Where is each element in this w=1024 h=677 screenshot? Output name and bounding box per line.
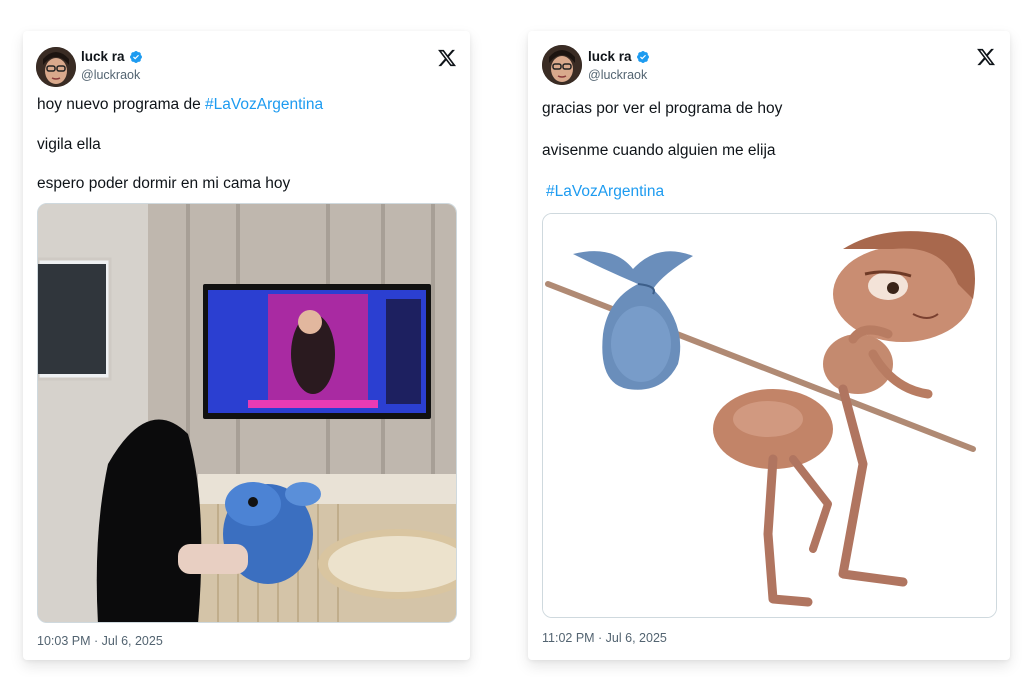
tweet-text-line-2: avisenme cuando alguien me elija	[542, 142, 776, 159]
tweet-text-line-1: gracias por ver el programa de hoy	[542, 100, 783, 117]
tweet-timestamp[interactable]: 10:03 PM · Jul 6, 2025	[37, 634, 163, 648]
author-name[interactable]: luck ra	[588, 49, 632, 64]
avatar[interactable]	[542, 45, 582, 85]
author-handle[interactable]: @luckraok	[588, 68, 647, 82]
verified-badge-icon	[636, 50, 649, 63]
tweet-photo[interactable]	[37, 203, 457, 623]
author-name[interactable]: luck ra	[81, 49, 125, 64]
tweet-card-2[interactable]: luck ra @luckraok gracias por ver el pro…	[528, 31, 1010, 660]
tweet-text-line-3: espero poder dormir en mi cama hoy	[37, 175, 291, 192]
hashtag-link[interactable]: #LaVozArgentina	[205, 96, 323, 113]
tweet-text-line-2: vigila ella	[37, 136, 101, 153]
tweet-gif[interactable]	[542, 213, 997, 618]
verified-badge-icon	[129, 50, 142, 63]
x-logo-icon[interactable]	[976, 47, 996, 67]
tweet-timestamp[interactable]: 11:02 PM · Jul 6, 2025	[542, 631, 667, 645]
tweet-text-line-3: #LaVozArgentina	[546, 183, 664, 201]
avatar[interactable]	[36, 47, 76, 87]
hashtag-link[interactable]: #LaVozArgentina	[546, 183, 664, 200]
x-logo-icon[interactable]	[437, 48, 457, 68]
tweet-text-line-1: hoy nuevo programa de #LaVozArgentina	[37, 96, 324, 113]
author-handle[interactable]: @luckraok	[81, 68, 140, 82]
tweet-card-1[interactable]: luck ra @luckraok hoy nuevo programa de …	[23, 31, 470, 660]
